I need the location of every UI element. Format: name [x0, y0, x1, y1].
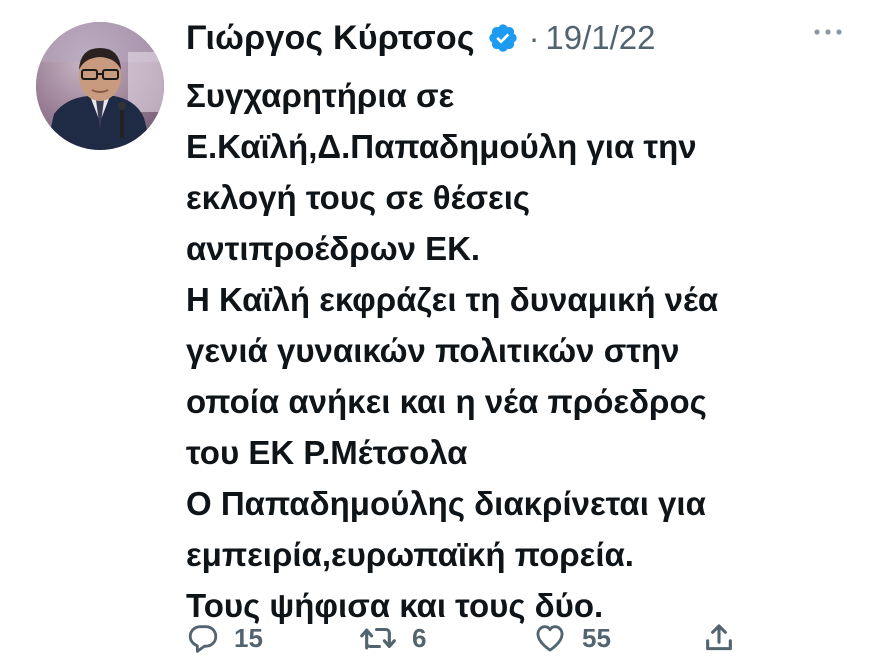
retweet-count: 6	[412, 622, 427, 653]
more-options-icon[interactable]	[808, 22, 848, 42]
tweet-card[interactable]: Γιώργος Κύρτσος · 19/1/22 Συγχαρητήρια σ…	[0, 0, 880, 663]
verified-badge-icon	[487, 22, 519, 54]
tweet-text: Συγχαρητήρια σε Ε.Καϊλή,Δ.Παπαδημούλη γι…	[186, 70, 846, 631]
author-name[interactable]: Γιώργος Κύρτσος	[186, 19, 475, 58]
reply-icon	[186, 621, 220, 655]
tweet-text-line: Ε.Καϊλή,Δ.Παπαδημούλη για την	[186, 128, 697, 165]
tweet-text-line: Η Καϊλή εκφράζει τη δυναμική νέα	[186, 281, 719, 318]
tweet-text-line: εκλογή τους σε θέσεις	[186, 179, 531, 216]
reply-count: 15	[234, 622, 263, 653]
share-button[interactable]	[702, 616, 736, 660]
avatar[interactable]	[36, 22, 164, 150]
tweet-date[interactable]: 19/1/22	[545, 19, 655, 57]
tweet-text-line: του ΕΚ Ρ.Μέτσολα	[186, 434, 468, 471]
retweet-button[interactable]: 6	[358, 616, 426, 660]
header-separator: ·	[528, 19, 540, 56]
action-bar: 15 6 55	[186, 616, 746, 660]
tweet-header: Γιώργος Κύρτσος · 19/1/22	[186, 12, 655, 64]
like-count: 55	[582, 622, 611, 653]
tweet-text-line: Συγχαρητήρια σε	[186, 77, 455, 114]
like-icon	[532, 621, 568, 655]
retweet-icon	[358, 621, 398, 655]
tweet-text-line: αντιπροέδρων ΕΚ.	[186, 230, 481, 267]
tweet-text-line: Ο Παπαδημούλης διακρίνεται για	[186, 485, 706, 522]
like-button[interactable]: 55	[532, 616, 611, 660]
tweet-text-line: εμπειρία,ευρωπαϊκή πορεία.	[186, 536, 634, 573]
tweet-text-line: οποία ανήκει και η νέα πρόεδρος	[186, 383, 707, 420]
tweet-text-line: γενιά γυναικών πολιτικών στην	[186, 332, 680, 369]
share-icon	[702, 621, 736, 655]
reply-button[interactable]: 15	[186, 616, 263, 660]
